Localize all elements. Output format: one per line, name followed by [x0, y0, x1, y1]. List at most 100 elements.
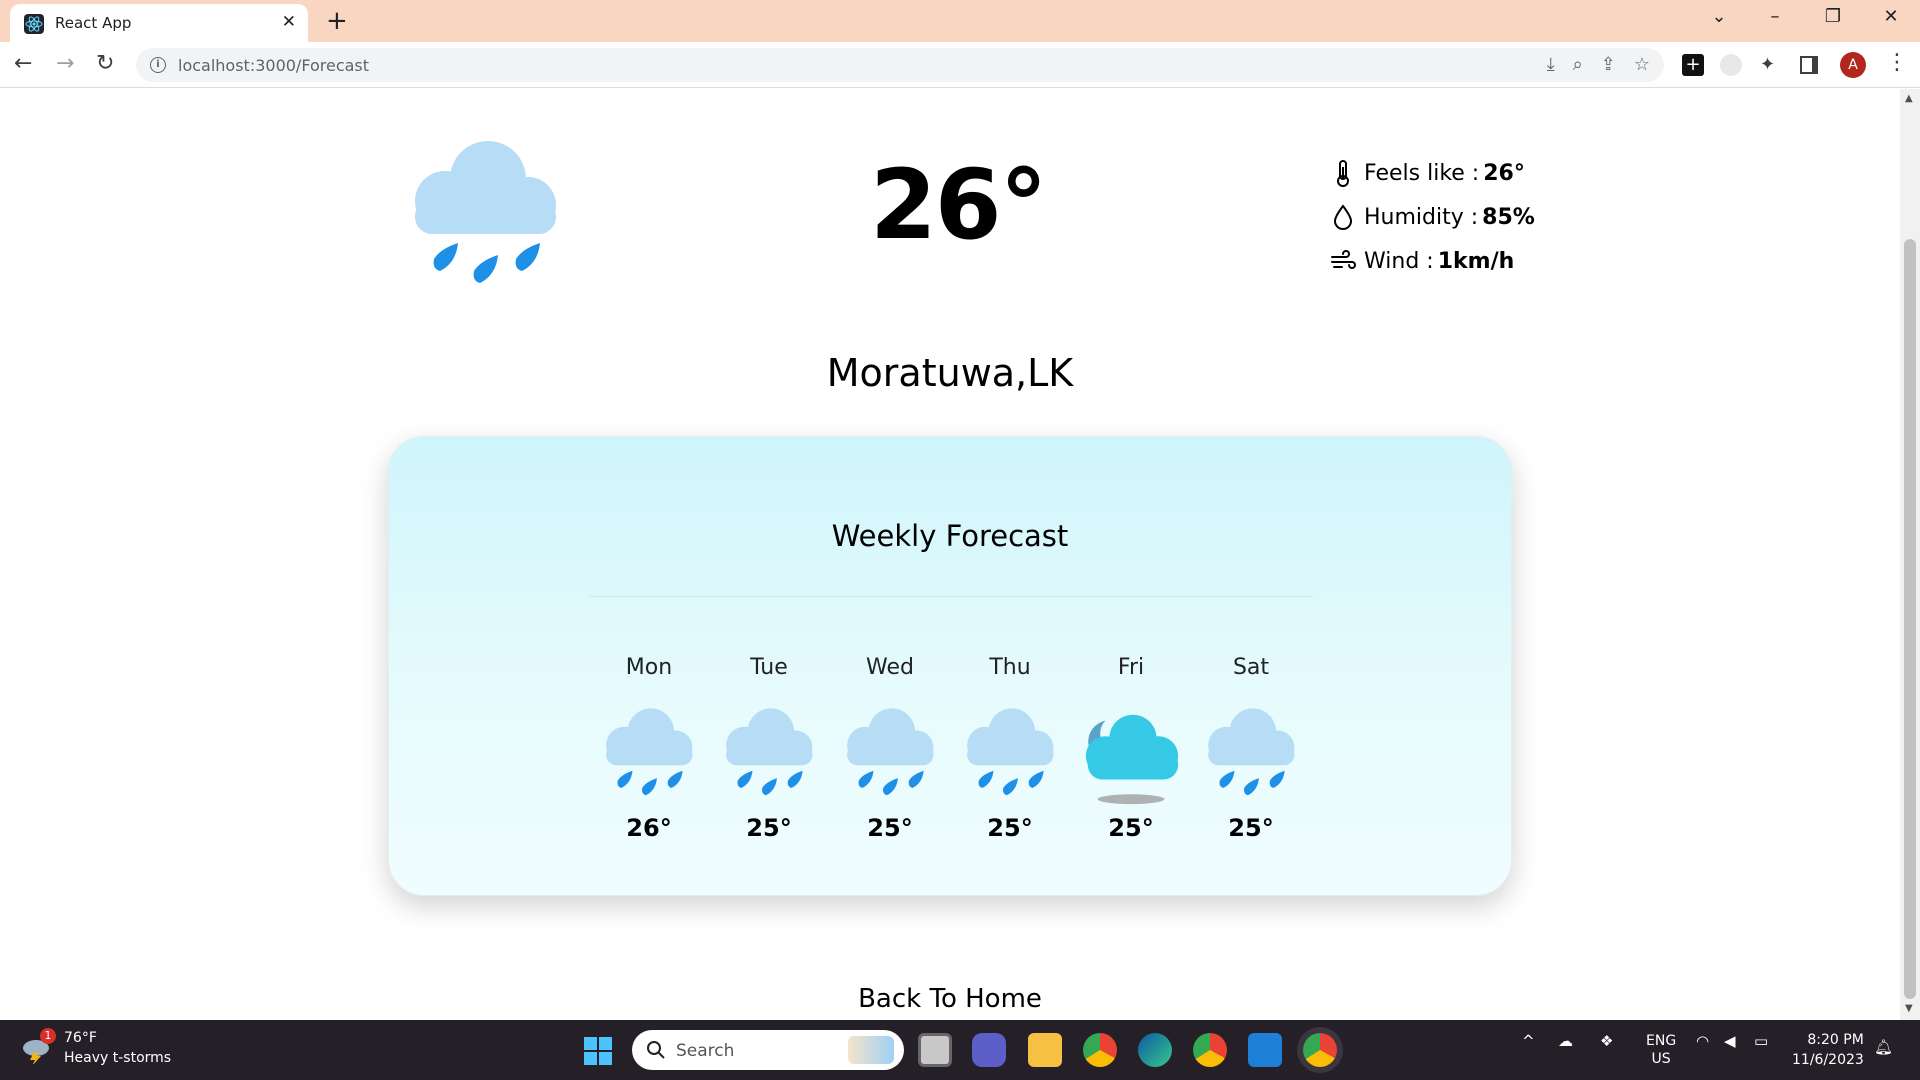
share-icon[interactable]: ⇪ [1601, 54, 1616, 75]
site-info-icon[interactable]: i [150, 57, 166, 73]
omnibox-actions: ⤓ ⌕ ⇪ ☆ [1547, 54, 1650, 75]
weekly-forecast-title: Weekly Forecast [831, 519, 1069, 553]
minimize-icon[interactable]: – [1752, 6, 1798, 27]
rain-cloud-icon [1196, 698, 1306, 808]
page-scrollbar[interactable]: ▲ ▼ [1900, 89, 1920, 1020]
address-bar[interactable]: i localhost:3000/Forecast ⤓ ⌕ ⇪ ☆ [136, 48, 1664, 82]
forecast-day: Tue 25° [714, 655, 824, 842]
clock-date: 11/6/2023 [1792, 1052, 1864, 1068]
bookmark-star-icon[interactable]: ☆ [1634, 54, 1650, 75]
taskbar-clock[interactable]: 8:20 PM 11/6/2023 [1792, 1030, 1864, 1070]
browser-toolbar: ← → ↻ i localhost:3000/Forecast ⤓ ⌕ ⇪ ☆ … [0, 42, 1920, 88]
url-text[interactable]: localhost:3000/Forecast [178, 56, 369, 75]
extension-plus-icon[interactable]: + [1682, 54, 1704, 76]
search-highlight-icon [848, 1036, 894, 1064]
chrome-active-icon[interactable] [1303, 1033, 1337, 1067]
profile-avatar[interactable]: A [1840, 52, 1866, 78]
restore-icon[interactable]: ❐ [1810, 6, 1856, 27]
taskbar: 1 76°F Heavy t-storms Search ^ ☁ ❖ ENG U… [0, 1020, 1920, 1080]
rain-cloud-icon [955, 698, 1065, 808]
edge-icon[interactable] [1138, 1033, 1172, 1067]
back-to-home-link[interactable]: Back To Home [0, 984, 1900, 1014]
extension-badge-icon[interactable] [1720, 54, 1742, 76]
rain-cloud-icon [594, 698, 704, 808]
day-name: Mon [625, 655, 673, 680]
language-indicator[interactable]: ENG US [1646, 1032, 1676, 1068]
search-icon [646, 1040, 666, 1064]
cloudy-night-icon [1076, 698, 1186, 808]
vscode-icon[interactable] [1248, 1033, 1282, 1067]
scroll-down-icon[interactable]: ▼ [1905, 1003, 1913, 1014]
search-placeholder: Search [676, 1041, 735, 1061]
tab-close-icon[interactable]: ✕ [282, 12, 296, 32]
dropbox-icon[interactable]: ❖ [1600, 1032, 1613, 1050]
current-temperature: 26° [870, 149, 1048, 261]
weather-temp: 76°F [64, 1030, 97, 1046]
tab-title: React App [55, 14, 132, 32]
feels-like-label: Feels like : [1364, 160, 1480, 186]
divider [589, 596, 1313, 597]
windows-start-icon[interactable] [584, 1037, 612, 1065]
battery-icon[interactable]: ▭ [1754, 1032, 1768, 1050]
new-tab-icon[interactable]: + [326, 6, 348, 36]
day-temperature: 25° [746, 814, 792, 842]
show-hidden-icons[interactable]: ^ [1522, 1032, 1535, 1050]
reload-icon[interactable]: ↻ [96, 51, 114, 76]
extensions-puzzle-icon[interactable]: ✦ [1760, 54, 1782, 76]
browser-menu-icon[interactable]: ⋮ [1886, 50, 1908, 75]
chrome-profile-icon[interactable] [1193, 1033, 1227, 1067]
forecast-day: Fri 25° [1076, 655, 1186, 842]
side-panel-icon[interactable] [1800, 56, 1818, 74]
day-name: Thu [989, 655, 1031, 680]
tab-search-chevron-icon[interactable]: ⌄ [1696, 6, 1742, 27]
weather-details: Feels like : 26° Humidity : 85% Wind : 1… [1330, 151, 1535, 283]
day-temperature: 25° [867, 814, 913, 842]
window-close-icon[interactable]: ✕ [1868, 6, 1914, 27]
weather-description: Heavy t-storms [64, 1050, 172, 1066]
language-code: ENG [1646, 1033, 1677, 1049]
weather-badge: 1 [40, 1028, 56, 1044]
browser-tab[interactable]: React App ✕ [10, 4, 308, 42]
rain-cloud-icon [714, 698, 824, 808]
droplet-icon [1330, 204, 1356, 230]
wifi-icon[interactable]: ◠ [1696, 1032, 1709, 1050]
react-favicon-icon [24, 14, 44, 34]
back-arrow-icon[interactable]: ← [14, 51, 32, 76]
notification-bell-icon[interactable]: 🔔︎ [1874, 1038, 1893, 1056]
rain-cloud-icon [400, 129, 570, 289]
forecast-page: 26° Feels like : 26° Humidity : 85% Wind… [0, 89, 1900, 1020]
thermometer-icon [1330, 159, 1356, 187]
task-view-icon[interactable] [918, 1033, 952, 1067]
day-temperature: 25° [1228, 814, 1274, 842]
scroll-up-icon[interactable]: ▲ [1905, 93, 1913, 104]
day-name: Sat [1232, 655, 1270, 680]
day-temperature: 25° [987, 814, 1033, 842]
taskbar-search[interactable]: Search [632, 1030, 904, 1070]
volume-icon[interactable]: ◀ [1724, 1032, 1736, 1050]
browser-tabstrip: React App ✕ + ⌄ – ❐ ✕ [0, 0, 1920, 42]
onedrive-icon[interactable]: ☁ [1558, 1032, 1573, 1050]
chrome-icon[interactable] [1083, 1033, 1117, 1067]
forward-arrow-icon[interactable]: → [56, 51, 74, 76]
wind-row: Wind : 1km/h [1330, 239, 1535, 283]
rain-cloud-icon [835, 698, 945, 808]
day-temperature: 25° [1108, 814, 1154, 842]
city-name: Moratuwa,LK [826, 351, 1074, 395]
file-explorer-icon[interactable] [1028, 1033, 1062, 1067]
forecast-day: Mon 26° [594, 655, 704, 842]
day-temperature: 26° [626, 814, 672, 842]
forecast-day: Thu 25° [955, 655, 1065, 842]
install-icon[interactable]: ⤓ [1547, 54, 1555, 75]
weekly-forecast-card: Weekly Forecast Mon 26° Tue 25° Wed 25° … [388, 436, 1512, 896]
teams-icon[interactable] [972, 1033, 1006, 1067]
clock-time: 8:20 PM [1807, 1032, 1864, 1048]
feels-like-row: Feels like : 26° [1330, 151, 1535, 195]
day-name: Tue [750, 655, 788, 680]
zoom-icon[interactable]: ⌕ [1573, 54, 1583, 75]
day-name: Wed [866, 655, 914, 680]
forecast-day: Wed 25° [835, 655, 945, 842]
feels-like-value: 26° [1483, 160, 1525, 186]
scroll-thumb[interactable] [1904, 239, 1916, 999]
humidity-row: Humidity : 85% [1330, 195, 1535, 239]
humidity-value: 85% [1482, 204, 1535, 230]
